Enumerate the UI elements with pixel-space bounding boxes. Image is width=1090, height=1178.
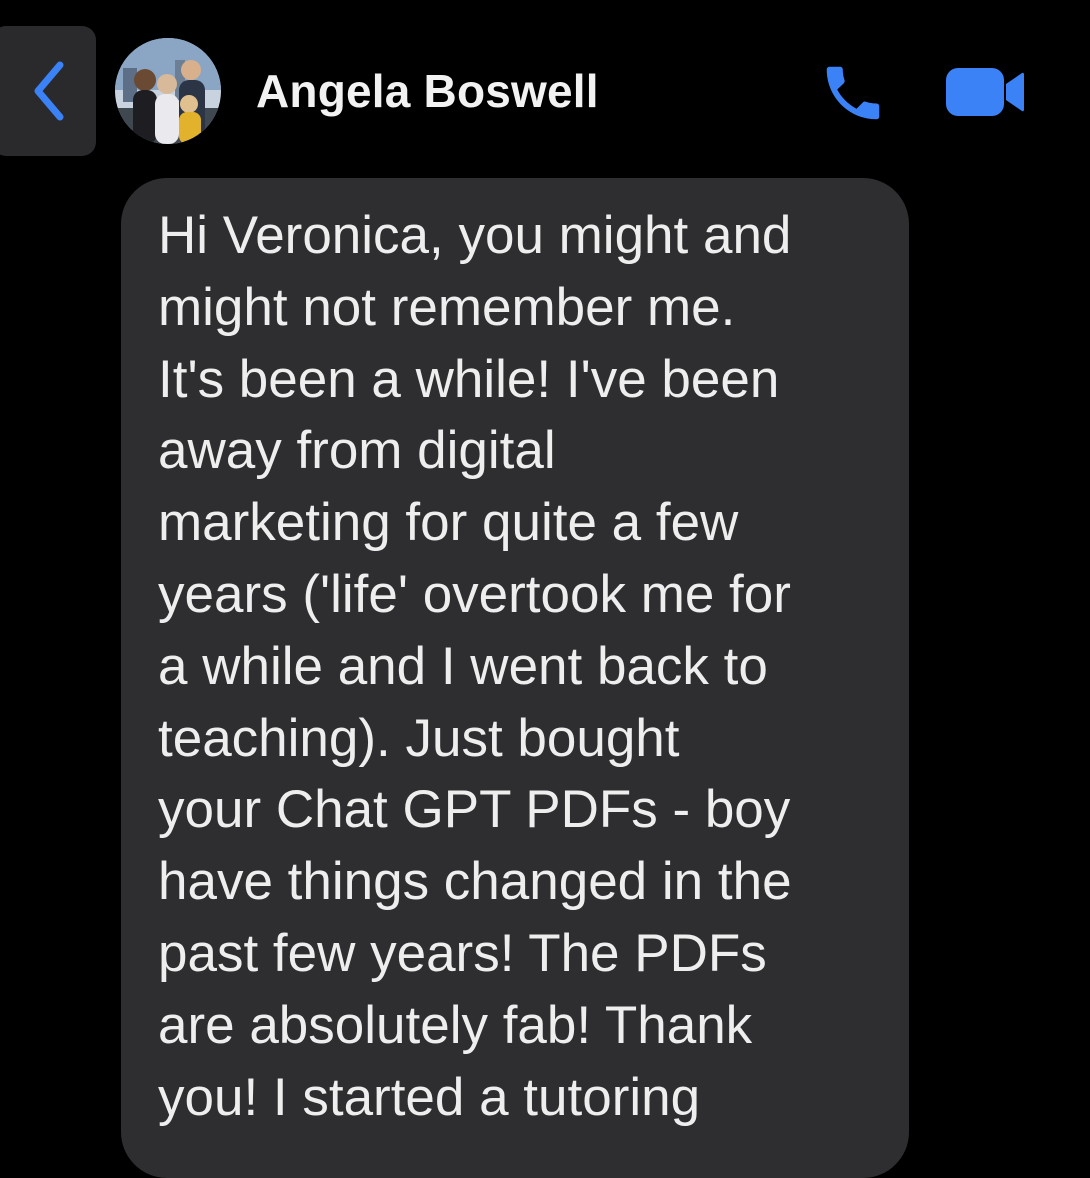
chat-header: Angela Boswell — [0, 0, 1090, 170]
message-line: a while and I went back to — [158, 636, 768, 696]
phone-icon — [826, 66, 880, 120]
message-line: might not remember me. — [158, 277, 736, 337]
message-bubble[interactable]: Hi Veronica, you might and might not rem… — [121, 178, 909, 1178]
back-button[interactable] — [0, 26, 96, 156]
chevron-left-icon — [34, 61, 64, 121]
message-line: your Chat GPT PDFs - boy — [158, 780, 791, 840]
call-button[interactable] — [818, 58, 888, 128]
message-line: you! I started a tutoring — [158, 1067, 701, 1127]
message-line: away from digital — [158, 421, 556, 481]
video-call-button[interactable] — [944, 64, 1026, 120]
message-line: teaching). Just bought — [158, 708, 680, 768]
message-line: have things changed in the — [158, 852, 792, 912]
contact-name[interactable]: Angela Boswell — [256, 64, 599, 118]
video-camera-icon — [946, 68, 1024, 116]
message-line: Hi Veronica, you might and — [158, 206, 792, 265]
avatar[interactable] — [115, 38, 221, 144]
message-line: past few years! The PDFs — [158, 923, 767, 983]
message-line: It's been a while! I've been — [158, 349, 780, 409]
message-line: are absolutely fab! Thank — [158, 995, 753, 1055]
group-photo-icon — [115, 38, 221, 144]
message-line: years ('life' overtook me for — [158, 564, 791, 624]
message-line: marketing for quite a few — [158, 493, 739, 553]
